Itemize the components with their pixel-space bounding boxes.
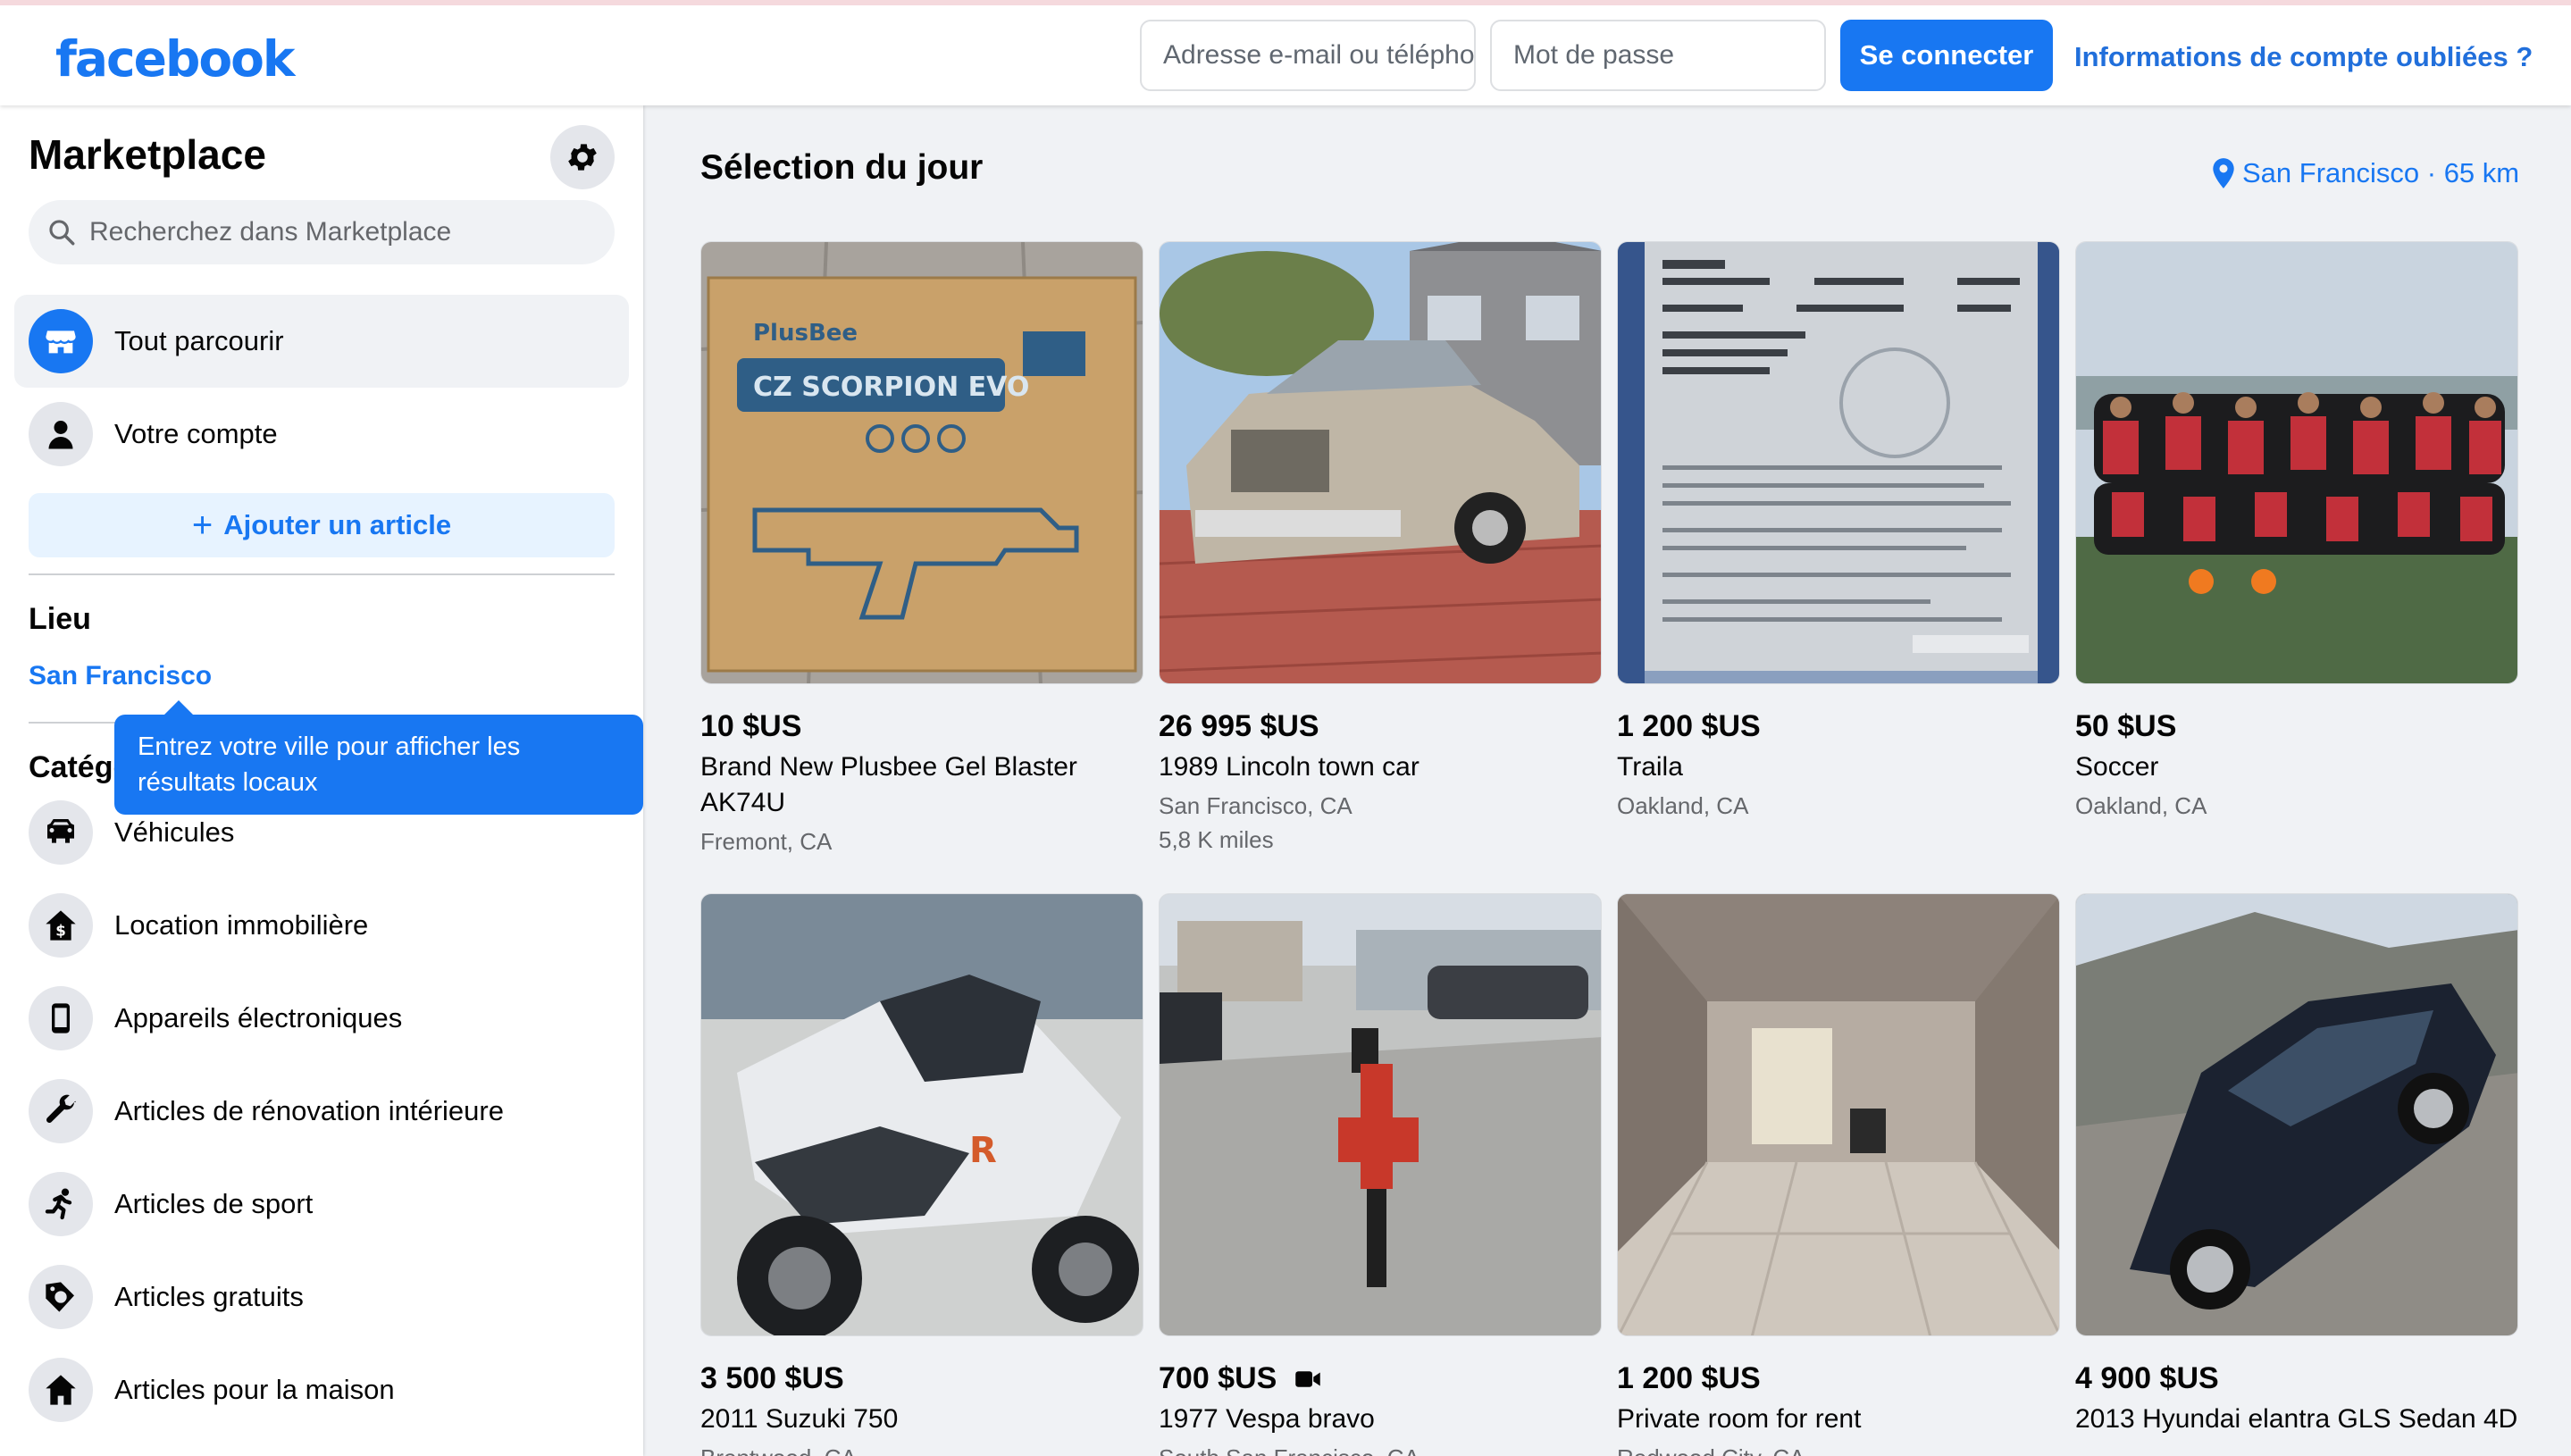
shop-icon: [29, 309, 93, 373]
gear-icon: [568, 144, 597, 171]
category-label: Véhicules: [114, 816, 235, 848]
category-rentals[interactable]: $ Location immobilière: [14, 879, 629, 972]
facebook-logo[interactable]: facebook: [55, 30, 295, 88]
location-heading: Lieu: [29, 602, 91, 636]
divider: [29, 573, 615, 575]
listing-title: 1977 Vespa bravo: [1159, 1404, 1375, 1434]
listing-card[interactable]: R 3 500 $US 2011 Suzuki 750 Brentwood, C…: [700, 893, 1143, 1456]
location-link[interactable]: San Francisco: [29, 661, 212, 691]
top-bar: facebook Adresse e-mail ou téléphone Mot…: [0, 0, 2571, 105]
svg-text:$: $: [55, 923, 66, 940]
listing-location: South San Francisco, CA: [1159, 1441, 1602, 1456]
category-label: Articles gratuits: [114, 1281, 304, 1312]
listing-location: Fremont, CA: [700, 828, 833, 855]
category-label: Articles de sport: [114, 1188, 314, 1219]
listing-price: 4 900 $US: [2075, 1361, 2219, 1395]
listing-card[interactable]: CZ SCORPION EVO PlusBee 10 $US Brand New…: [700, 241, 1143, 858]
password-input[interactable]: Mot de passe: [1490, 20, 1826, 91]
listing-price: 1 200 $US: [1617, 1361, 1761, 1395]
category-label: Articles pour la maison: [114, 1374, 395, 1405]
category-sports[interactable]: Articles de sport: [14, 1158, 629, 1251]
add-listing-label: Ajouter un article: [223, 509, 452, 540]
add-listing-button[interactable]: + Ajouter un article: [29, 493, 615, 557]
car-icon: [29, 800, 93, 865]
login-button[interactable]: Se connecter: [1840, 20, 2053, 91]
nav-label: Tout parcourir: [114, 325, 284, 356]
listing-mileage: 5,8 K miles: [1159, 826, 1274, 853]
listing-card[interactable]: 4 900 $US 2013 Hyundai elantra GLS Sedan…: [2075, 893, 2518, 1441]
listing-location: San Francisco, CA: [1159, 792, 1352, 819]
listing-title: Private room for rent: [1617, 1404, 1862, 1434]
wrench-icon: [29, 1079, 93, 1143]
location-filter[interactable]: San Francisco · 65 km: [2212, 157, 2519, 189]
person-icon: [29, 402, 93, 466]
email-input[interactable]: Adresse e-mail ou téléphone: [1140, 20, 1476, 91]
page-title: Sélection du jour: [700, 148, 984, 187]
listing-title: Traila: [1617, 752, 1683, 782]
house-dollar-icon: $: [29, 893, 93, 958]
listing-title: 2013 Hyundai elantra GLS Sedan 4D: [2075, 1404, 2518, 1434]
listing-image[interactable]: [1159, 893, 1602, 1336]
listing-location: Redwood City, CA: [1617, 1441, 2060, 1456]
location-filter-label: San Francisco · 65 km: [2242, 157, 2520, 188]
listing-image[interactable]: [2075, 241, 2518, 684]
phone-icon: [29, 986, 93, 1050]
category-electronics[interactable]: Appareils électroniques: [14, 972, 629, 1065]
nav-your-account[interactable]: Votre compte: [14, 388, 629, 481]
listing-image[interactable]: [2075, 893, 2518, 1336]
listing-location: Oakland, CA: [1617, 792, 1749, 819]
svg-text:CZ SCORPION EVO: CZ SCORPION EVO: [753, 372, 1029, 403]
listing-card[interactable]: 50 $US Soccer Oakland, CA: [2075, 241, 2518, 823]
marketplace-search-input[interactable]: Recherchez dans Marketplace: [29, 200, 615, 264]
listing-title: 2011 Suzuki 750: [700, 1404, 899, 1434]
svg-text:PlusBee: PlusBee: [753, 320, 858, 347]
nav-browse-all[interactable]: Tout parcourir: [14, 295, 629, 388]
category-label: Articles de rénovation intérieure: [114, 1095, 504, 1126]
listing-title: Soccer: [2075, 752, 2159, 782]
listing-title: 1989 Lincoln town car: [1159, 752, 1419, 782]
listing-image[interactable]: [1159, 241, 1602, 684]
location-tooltip: Entrez votre ville pour afficher les rés…: [114, 715, 643, 815]
listing-card[interactable]: 1 200 $US Private room for rent Redwood …: [1617, 893, 2060, 1456]
free-tag-icon: [29, 1265, 93, 1329]
listing-location: Oakland, CA: [2075, 792, 2207, 819]
forgot-account-link[interactable]: Informations de compte oubliées ?: [2074, 41, 2533, 73]
category-label: Appareils électroniques: [114, 1002, 403, 1033]
listing-price: 26 995 $US: [1159, 709, 1319, 743]
category-label: Location immobilière: [114, 909, 369, 941]
sidebar-title: Marketplace: [29, 131, 266, 178]
listing-title: Brand New Plusbee Gel Blaster AK74U: [700, 752, 1077, 817]
settings-button[interactable]: [550, 125, 615, 189]
running-icon: [29, 1172, 93, 1236]
listing-image[interactable]: [1617, 241, 2060, 684]
plus-icon: +: [191, 506, 214, 545]
svg-text:R: R: [969, 1130, 997, 1171]
search-icon: [49, 220, 75, 246]
video-icon: [1295, 1370, 1321, 1387]
listing-card[interactable]: 700 $US 1977 Vespa bravo South San Franc…: [1159, 893, 1602, 1456]
home-icon: [29, 1358, 93, 1422]
listing-image[interactable]: CZ SCORPION EVO PlusBee: [700, 241, 1143, 684]
listing-price: 50 $US: [2075, 709, 2177, 743]
listing-card[interactable]: 26 995 $US 1989 Lincoln town car San Fra…: [1159, 241, 1602, 857]
search-placeholder: Recherchez dans Marketplace: [89, 217, 452, 247]
listing-price: 3 500 $US: [700, 1361, 844, 1395]
listing-location: Brentwood, CA: [700, 1441, 1143, 1456]
listing-price: 1 200 $US: [1617, 709, 1761, 743]
listing-card[interactable]: 1 200 $US Traila Oakland, CA: [1617, 241, 2060, 823]
listing-price: 700 $US: [1159, 1361, 1602, 1396]
category-household[interactable]: Articles pour la maison: [14, 1343, 629, 1436]
category-free[interactable]: Articles gratuits: [14, 1251, 629, 1343]
nav-label: Votre compte: [114, 418, 278, 449]
listing-price: 10 $US: [700, 709, 802, 743]
listing-image[interactable]: R: [700, 893, 1143, 1336]
category-home-improvement[interactable]: Articles de rénovation intérieure: [14, 1065, 629, 1158]
location-pin-icon: [2213, 158, 2234, 188]
listing-price-value: 700 $US: [1159, 1361, 1277, 1395]
listing-image[interactable]: [1617, 893, 2060, 1336]
